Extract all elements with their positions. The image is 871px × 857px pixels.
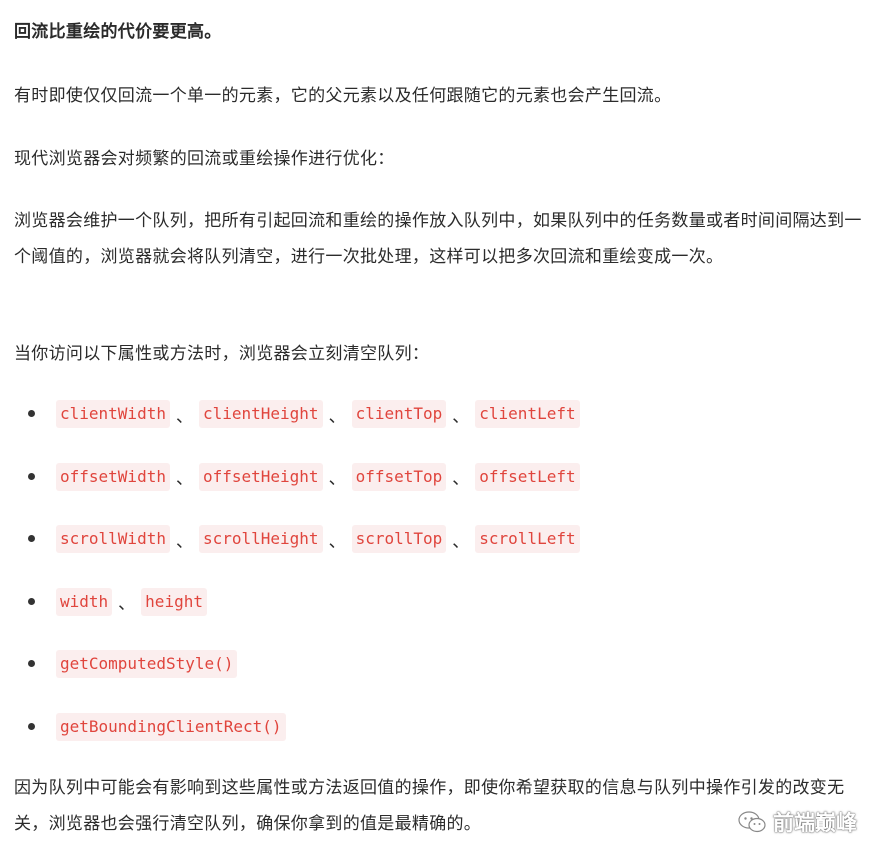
list-separator: 、: [118, 594, 136, 614]
watermark: 前端巅峰: [737, 807, 857, 837]
bullet-dot: [28, 722, 35, 730]
bullet-dot: [28, 535, 35, 542]
inline-code-group: getComputedStyle(): [56, 650, 238, 678]
inline-code: offsetHeight: [198, 462, 323, 491]
bullet-dot: [28, 597, 35, 605]
watermark-text: 前端巅峰: [773, 811, 857, 835]
inline-code: getBoundingClientRect(): [56, 712, 286, 741]
paragraph-flush-triggers: 当你访问以下属性或方法时，浏览器会立刻清空队列：: [14, 344, 430, 364]
paragraph-reflow-scope: 有时即使仅仅回流一个单一的元素，它的父元素以及任何跟随它的元素也会产生回流。: [14, 86, 672, 106]
bullet-dot: [28, 660, 35, 667]
inline-code: width: [56, 587, 113, 616]
inline-code-group: offsetWidth、 offsetHeight、 offsetTop、 offse…: [56, 462, 580, 491]
inline-code: offsetTop: [351, 462, 447, 491]
article-heading: 回流比重绘的代价要更高。: [14, 22, 222, 42]
inline-code: clientTop: [351, 400, 447, 428]
list-separator: 、: [452, 469, 470, 489]
bullet-dot: [28, 472, 35, 480]
wechat-icon: [738, 811, 766, 833]
inline-code: clientHeight: [198, 400, 323, 428]
list-separator: 、: [328, 469, 346, 489]
inline-code-group: getBoundingClientRect(): [56, 712, 286, 741]
list-separator: 、: [452, 531, 470, 552]
inline-code: clientWidth: [56, 400, 170, 428]
inline-code: scrollLeft: [475, 525, 580, 553]
inline-code: offsetWidth: [56, 462, 170, 491]
paragraph-queue-explanation: 浏览器会维护一个队列，把所有引起回流和重绘的操作放入队列中，如果队列中的任务数量…: [14, 211, 862, 267]
inline-code: offsetLeft: [475, 462, 580, 491]
inline-code: clientLeft: [475, 400, 580, 428]
list-separator: 、: [175, 406, 193, 427]
list-separator: 、: [452, 406, 470, 427]
inline-code-group: scrollWidth、 scrollHeight、 scrollTop、 scrol…: [56, 525, 580, 553]
list-separator: 、: [328, 531, 346, 552]
list-separator: 、: [175, 469, 193, 489]
paragraph-browser-optimization: 现代浏览器会对频繁的回流或重绘操作进行优化：: [14, 149, 395, 169]
inline-code: scrollWidth: [56, 525, 170, 553]
inline-code: height: [141, 587, 207, 616]
inline-code: scrollTop: [351, 525, 447, 553]
bullet-dot: [28, 410, 35, 417]
list-separator: 、: [175, 531, 193, 552]
inline-code-group: width、 height: [56, 587, 207, 616]
inline-code: scrollHeight: [198, 525, 323, 553]
list-separator: 、: [328, 406, 346, 427]
inline-code: getComputedStyle(): [56, 650, 238, 678]
inline-code-group: clientWidth、 clientHeight、 clientTop、 clien…: [56, 400, 580, 428]
